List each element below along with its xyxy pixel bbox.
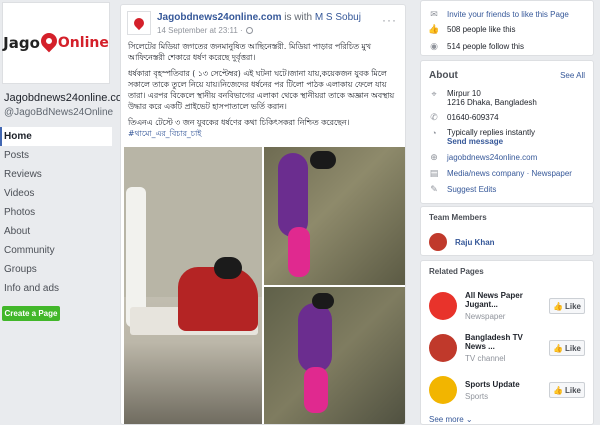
likes-row: 👍 508 people like this — [428, 24, 516, 34]
photo-person-dress — [298, 303, 332, 373]
post-card: Jagobdnews24online.com is with M S Sobuj… — [120, 4, 406, 425]
phone-row: ✆ 01640-609374 — [430, 111, 499, 122]
post-meta: 14 September at 23:11 · — [157, 26, 253, 35]
post-header: Jagobdnews24online.com is with M S Sobuj… — [121, 5, 405, 39]
related-page-avatar[interactable] — [429, 334, 457, 362]
tagged-person[interactable]: M S Sobuj — [315, 12, 361, 23]
post-photo-2[interactable] — [264, 147, 405, 285]
related-page-name[interactable]: Bangladesh TV News ... — [465, 333, 541, 351]
map-pin-icon: ⌖ — [431, 88, 437, 99]
related-page-avatar[interactable] — [429, 376, 457, 404]
related-pages-box: Related Pages All News Paper Jugant... N… — [420, 260, 594, 425]
create-page-button[interactable]: Create a Page — [2, 306, 60, 321]
post-author-line: Jagobdnews24online.com is with M S Sobuj — [157, 12, 361, 23]
post-paragraph: সিলেটের মিডিয়া জগতের জনমানুষিত আছিনেস্ত… — [128, 42, 371, 62]
thumbs-up-icon: 👍 — [553, 385, 563, 395]
globe-icon — [245, 27, 253, 34]
nav-item-videos[interactable]: Videos — [0, 184, 112, 203]
jago-online-logo: Jago Online — [3, 29, 109, 53]
page-name[interactable]: Jagobdnews24online.com — [4, 92, 131, 104]
photo-hair — [310, 151, 336, 169]
about-title: About — [429, 69, 458, 81]
chevron-down-icon: ⌄ — [465, 415, 473, 424]
photo-person-pants — [288, 227, 310, 277]
related-page-row[interactable]: All News Paper Jugant... Newspaper 👍 Like — [429, 291, 585, 321]
nav-item-community[interactable]: Community — [0, 241, 112, 260]
page-handle[interactable]: @JagoBdNews24Online — [4, 107, 113, 118]
like-page-button[interactable]: 👍 Like — [549, 298, 585, 314]
photo-hair — [214, 257, 242, 279]
like-page-button[interactable]: 👍 Like — [549, 382, 585, 398]
team-member-name[interactable]: Raju Khan — [455, 238, 495, 247]
address-row: ⌖ Mirpur 10 1216 Dhaka, Bangladesh — [429, 88, 585, 108]
about-box: About See All ⌖ Mirpur 10 1216 Dhaka, Ban… — [420, 60, 594, 204]
post-timestamp[interactable]: 14 September at 23:11 · — [157, 26, 243, 35]
suggest-row: ✎ Suggest Edits — [429, 184, 585, 194]
photo-person-coat — [126, 187, 146, 327]
post-hashtag[interactable]: #থামো_এর_বিচার_চাই — [128, 129, 201, 138]
globe-icon: ⊕ — [430, 151, 438, 162]
nav-item-info-and-ads[interactable]: Info and ads — [0, 279, 112, 298]
page-nav: Home Posts Reviews Videos Photos About C… — [0, 127, 112, 298]
team-member-avatar[interactable] — [429, 233, 447, 251]
category-row: ▤ Media/news company · Newspaper — [429, 168, 585, 178]
more-options-icon[interactable]: ··· — [382, 13, 397, 27]
category-link[interactable]: Media/news company · Newspaper — [447, 169, 572, 178]
post-photo-grid — [124, 147, 405, 424]
post-body: সিলেটের মিডিয়া জগতের জনমানুষিত আছিনেস্ত… — [121, 39, 405, 139]
community-box: ✉ Invite your friends to like this Page … — [420, 0, 594, 56]
nav-item-reviews[interactable]: Reviews — [0, 165, 112, 184]
about-header: About See All — [429, 67, 585, 83]
follows-row: ◉ 514 people follow this — [430, 41, 524, 51]
post-photo-1[interactable] — [124, 147, 262, 424]
nav-item-groups[interactable]: Groups — [0, 260, 112, 279]
website-row: ⊕ jagobdnews24online.com — [429, 152, 585, 162]
thumbs-up-icon: 👍 — [428, 24, 440, 34]
related-page-row[interactable]: Bangladesh TV News ... TV channel 👍 Like — [429, 333, 585, 363]
photo-person-pants — [304, 367, 328, 413]
message-row: ◔ Typically replies instantly Send messag… — [429, 128, 585, 146]
messenger-icon: ◔ — [431, 128, 437, 138]
location-pin-icon — [131, 15, 147, 31]
phone-icon: ✆ — [430, 111, 438, 122]
post-photo-3[interactable] — [264, 287, 405, 424]
related-page-avatar[interactable] — [429, 292, 457, 320]
post-paragraph: তিএনএ টেস্টে ৩ জন যুবকের ধর্ষণের কথা চিক… — [128, 118, 350, 138]
photo-hair — [312, 293, 334, 309]
page-logo[interactable]: Jago Online — [2, 2, 110, 84]
location-pin-icon — [37, 29, 61, 53]
related-page-name[interactable]: All News Paper Jugant... — [465, 291, 541, 309]
team-title: Team Members — [429, 213, 487, 222]
related-page-name[interactable]: Sports Update — [465, 380, 520, 389]
team-member-row[interactable]: Raju Khan — [429, 233, 585, 251]
tag-icon: ▤ — [429, 167, 439, 178]
nav-item-home[interactable]: Home — [0, 127, 112, 146]
post-author-name[interactable]: Jagobdnews24online.com — [157, 12, 281, 23]
suggest-edits-link[interactable]: Suggest Edits — [447, 185, 496, 194]
related-pages-title: Related Pages — [429, 267, 484, 276]
follow-icon: ◉ — [430, 41, 438, 51]
nav-item-photos[interactable]: Photos — [0, 203, 112, 222]
website-link[interactable]: jagobdnews24online.com — [447, 153, 537, 162]
thumbs-up-icon: 👍 — [553, 301, 563, 311]
see-more-link[interactable]: See more ⌄ — [429, 415, 585, 424]
post-paragraph: ধর্ষকারা বৃহস্পতিবার ( ১৩ সেপ্টেম্বর) এই… — [128, 69, 395, 111]
see-all-link[interactable]: See All — [560, 71, 585, 80]
right-sidebar: ✉ Invite your friends to like this Page … — [414, 0, 600, 425]
like-page-button[interactable]: 👍 Like — [549, 340, 585, 356]
nav-item-about[interactable]: About — [0, 222, 112, 241]
left-sidebar: Jago Online Jagobdnews24online.com @Jago… — [0, 0, 131, 425]
invite-row[interactable]: ✉ Invite your friends to like this Page — [429, 7, 585, 21]
send-message-link[interactable]: Send message — [447, 137, 503, 146]
nav-item-posts[interactable]: Posts — [0, 146, 112, 165]
related-page-row[interactable]: Sports Update Sports 👍 Like — [429, 375, 585, 405]
team-box: Team Members Raju Khan — [420, 206, 594, 256]
pencil-icon: ✎ — [430, 183, 438, 194]
photo-person-dress — [278, 153, 308, 237]
invite-icon: ✉ — [430, 8, 438, 19]
thumbs-up-icon: 👍 — [553, 343, 563, 353]
post-author-avatar[interactable] — [127, 11, 151, 35]
